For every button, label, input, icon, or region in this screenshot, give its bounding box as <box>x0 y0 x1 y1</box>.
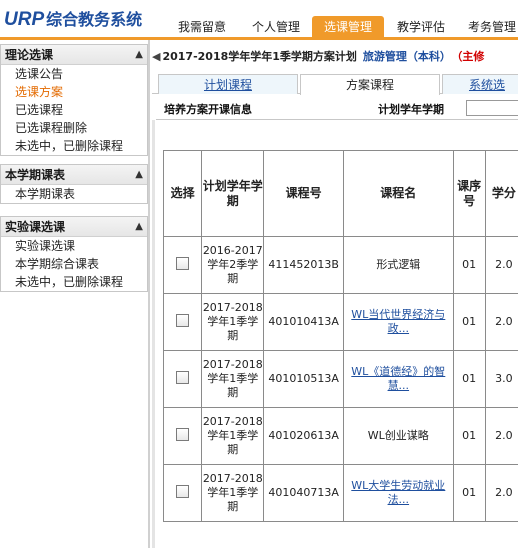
sidebar-item-deleted[interactable]: 未选中，已删除课程 <box>1 137 147 155</box>
select-checkbox[interactable] <box>176 370 190 384</box>
panel-header-lab[interactable]: 实验课选课 ▲ <box>1 217 147 237</box>
divider <box>152 120 155 548</box>
table-row: 2017-2018学年1季学期 401010513A WL《道德经》的智慧...… <box>162 350 518 408</box>
term-cell: 2017-2018学年1季学期 <box>201 407 265 465</box>
course-table: 选择 计划学年学期 课程号 课程名 课序号 学分 2016-2017学年2季学期… <box>162 150 518 522</box>
app-root: URP 综合教务系统 我需留意 个人管理 选课管理 教学评估 考务管理 理论选课 … <box>0 0 518 548</box>
select-checkbox[interactable] <box>176 484 190 498</box>
header-select: 选择 <box>162 150 203 237</box>
code-cell: 401010413A <box>263 293 344 351</box>
code-cell: 401010513A <box>263 350 344 408</box>
plan-info-bar: 培养方案开课信息 计划学年学期 <box>156 98 518 120</box>
plan-lead: （主修 <box>456 50 485 63</box>
tab-plan-courses[interactable]: 方案课程 <box>300 74 440 95</box>
plan-major: 旅游管理（本科） <box>362 50 451 63</box>
nav-tab-notices[interactable]: 我需留意 <box>170 16 234 37</box>
header-seq: 课序号 <box>452 150 486 237</box>
sidebar-item-combined-schedule[interactable]: 本学期综合课表 <box>1 255 147 273</box>
collapse-arrow-icon[interactable]: ◀ <box>152 50 160 63</box>
credit-cell: 3.0 <box>484 350 518 408</box>
panel-header-schedule[interactable]: 本学期课表 ▲ <box>1 165 147 185</box>
select-cell <box>162 293 203 351</box>
header-term: 计划学年学期 <box>201 150 265 237</box>
code-cell: 411452013B <box>263 236 344 294</box>
table-row: 2017-2018学年1季学期 401020613A WL创业谋略 01 2.0 <box>162 407 518 465</box>
sidebar-panel-theory: 理论选课 ▲ 选课公告 选课方案 已选课程 已选课程删除 未选中，已删除课程 <box>0 44 148 156</box>
term-cell: 2017-2018学年1季学期 <box>201 464 265 522</box>
tab-planned-courses[interactable]: 计划课程 <box>158 74 298 94</box>
seq-cell: 01 <box>452 407 486 465</box>
credit-cell: 2.0 <box>484 464 518 522</box>
table-row: 2017-2018学年1季学期 401010413A WL当代世界经济与政...… <box>162 293 518 351</box>
nav-tab-evaluation[interactable]: 教学评估 <box>388 16 454 37</box>
code-cell: 401040713A <box>263 464 344 522</box>
logo-en: URP <box>4 9 45 30</box>
nav-tab-course-selection[interactable]: 选课管理 <box>312 16 384 37</box>
term-select[interactable] <box>466 100 518 116</box>
info-label-right: 计划学年学期 <box>378 103 444 116</box>
top-header: URP 综合教务系统 我需留意 个人管理 选课管理 教学评估 考务管理 <box>0 0 518 40</box>
select-checkbox[interactable] <box>176 313 190 327</box>
credit-cell: 2.0 <box>484 293 518 351</box>
panel-title: 实验课选课 <box>5 220 66 234</box>
term-cell: 2017-2018学年1季学期 <box>201 350 265 408</box>
sidebar-panel-schedule: 本学期课表 ▲ 本学期课表 <box>0 164 148 204</box>
header-credit: 学分 <box>484 150 518 237</box>
select-cell <box>162 236 203 294</box>
code-cell: 401020613A <box>263 407 344 465</box>
logo-zh: 综合教务系统 <box>46 12 143 29</box>
seq-cell: 01 <box>452 236 486 294</box>
sidebar-item-lab-select[interactable]: 实验课选课 <box>1 237 147 255</box>
select-checkbox[interactable] <box>176 427 190 441</box>
plan-term: 2017-2018学年学年1季学期方案计划 <box>162 50 357 63</box>
seq-cell: 01 <box>452 350 486 408</box>
table-row: 2017-2018学年1季学期 401040713A WL大学生劳动就业法...… <box>162 464 518 522</box>
select-cell <box>162 350 203 408</box>
sidebar-item-term-schedule[interactable]: 本学期课表 <box>1 185 147 203</box>
header-name: 课程名 <box>342 150 454 237</box>
course-link[interactable]: WL大学生劳动就业法... <box>342 464 454 522</box>
panel-title: 理论选课 <box>5 48 54 62</box>
seq-cell: 01 <box>452 464 486 522</box>
select-cell <box>162 464 203 522</box>
sidebar-item-selected-delete[interactable]: 已选课程删除 <box>1 119 147 137</box>
course-link[interactable]: WL《道德经》的智慧... <box>342 350 454 408</box>
sidebar-item-plan[interactable]: 选课方案 <box>1 83 147 101</box>
chevron-up-icon[interactable]: ▲ <box>135 165 143 185</box>
seq-cell: 01 <box>452 293 486 351</box>
name-cell: WL创业谋略 <box>342 407 454 465</box>
sidebar-item-announcement[interactable]: 选课公告 <box>1 65 147 83</box>
term-cell: 2016-2017学年2季学期 <box>201 236 265 294</box>
sidebar-panel-lab: 实验课选课 ▲ 实验课选课 本学期综合课表 未选中，已删除课程 <box>0 216 148 292</box>
table-header-row: 选择 计划学年学期 课程号 课程名 课序号 学分 <box>162 150 518 237</box>
main-content: ◀ 2017-2018学年学年1季学期方案计划 旅游管理（本科） （主修 计划课程 方… <box>152 40 518 548</box>
nav-tab-personal[interactable]: 个人管理 <box>240 16 312 37</box>
app-logo: URP 综合教务系统 <box>4 6 142 31</box>
chevron-up-icon[interactable]: ▲ <box>135 217 143 237</box>
select-cell <box>162 407 203 465</box>
select-checkbox[interactable] <box>176 256 190 270</box>
credit-cell: 2.0 <box>484 407 518 465</box>
course-link[interactable]: WL当代世界经济与政... <box>342 293 454 351</box>
nav-tab-exams[interactable]: 考务管理 <box>460 16 518 37</box>
term-cell: 2017-2018学年1季学期 <box>201 293 265 351</box>
sidebar-item-selected[interactable]: 已选课程 <box>1 101 147 119</box>
sidebar-item-lab-deleted[interactable]: 未选中，已删除课程 <box>1 273 147 291</box>
tab-system-select[interactable]: 系统选 <box>442 74 518 94</box>
sidebar: 理论选课 ▲ 选课公告 选课方案 已选课程 已选课程删除 未选中，已删除课程 本… <box>0 40 150 548</box>
panel-title: 本学期课表 <box>5 168 66 182</box>
info-label-left: 培养方案开课信息 <box>164 103 252 116</box>
credit-cell: 2.0 <box>484 236 518 294</box>
chevron-up-icon[interactable]: ▲ <box>135 45 143 65</box>
header-code: 课程号 <box>263 150 344 237</box>
name-cell: 形式逻辑 <box>342 236 454 294</box>
plan-title-bar: ◀ 2017-2018学年学年1季学期方案计划 旅游管理（本科） （主修 <box>152 48 484 66</box>
table-row: 2016-2017学年2季学期 411452013B 形式逻辑 01 2.0 <box>162 236 518 294</box>
subtab-bar: 计划课程 方案课程 系统选 <box>152 72 518 95</box>
panel-header-theory[interactable]: 理论选课 ▲ <box>1 45 147 65</box>
